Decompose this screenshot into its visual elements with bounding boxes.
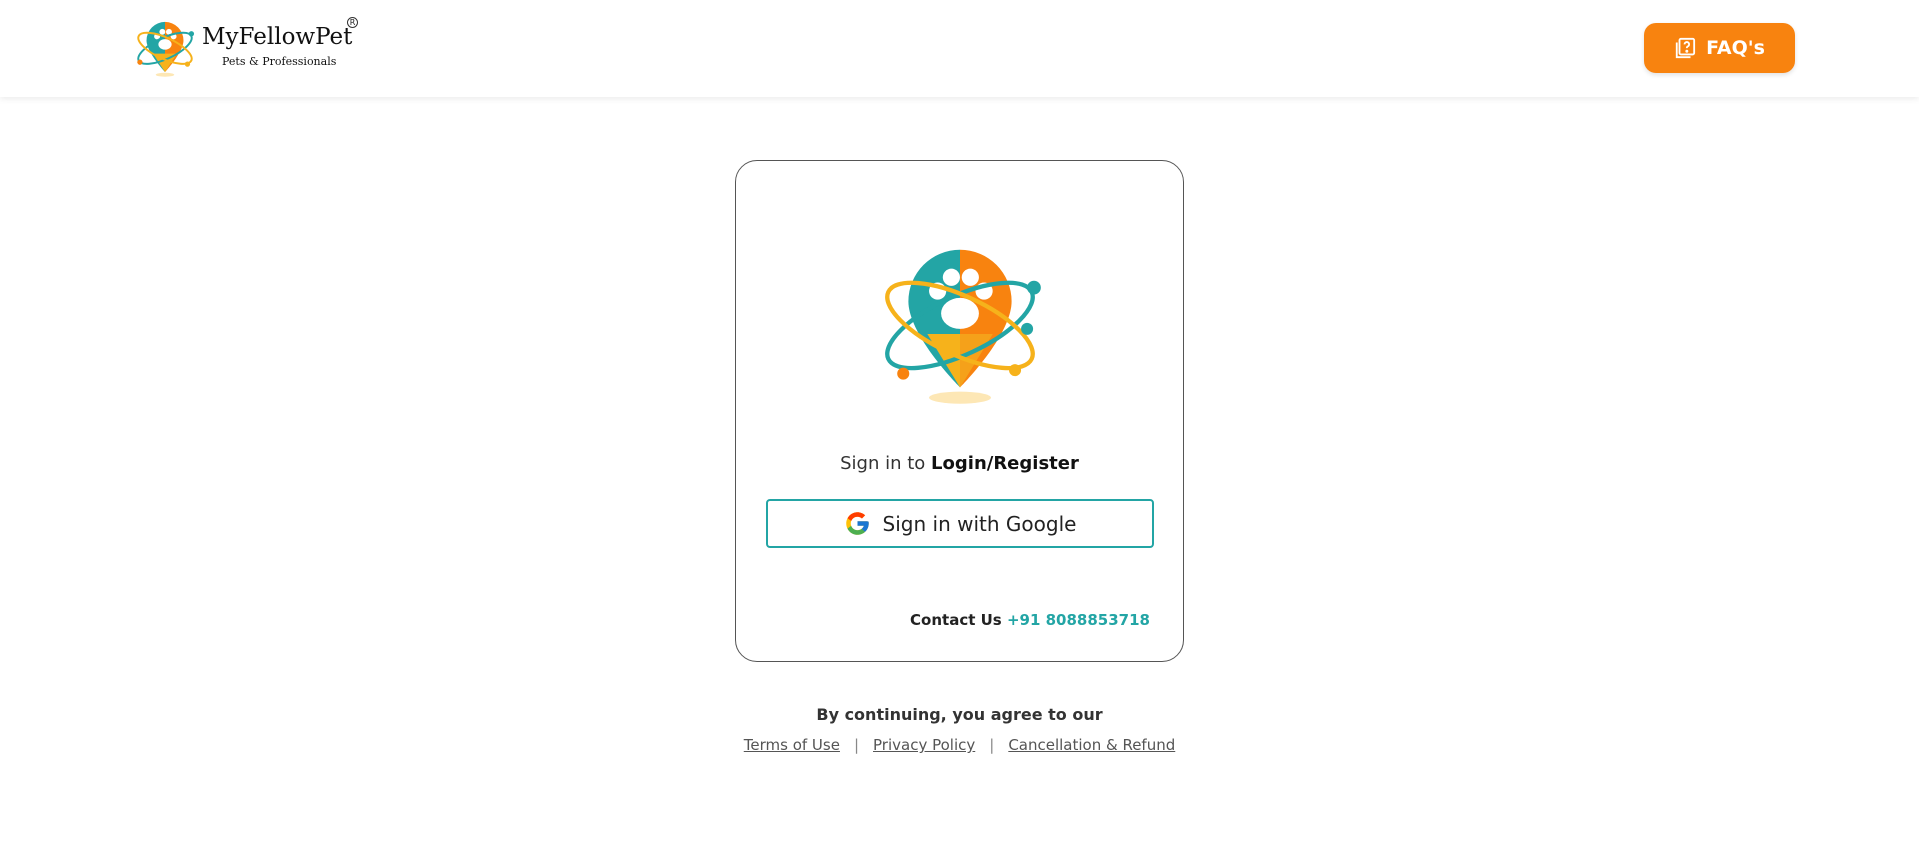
brand-tagline: Pets & Professionals [222, 55, 337, 68]
privacy-policy-link[interactable]: Privacy Policy [873, 736, 975, 754]
login-card: Sign in to Login/Register Sign in with G… [735, 160, 1184, 662]
google-signin-button[interactable]: Sign in with Google [766, 499, 1154, 548]
google-button-label: Sign in with Google [882, 511, 1077, 536]
contact-phone-link[interactable]: +91 8088853718 [1007, 611, 1150, 629]
faq-label: FAQ's [1706, 37, 1765, 59]
faq-button[interactable]: FAQ's [1644, 23, 1795, 73]
top-header: MyFellowPet R Pets & Professionals FAQ's [0, 0, 1919, 97]
brand-name: MyFellowPet [202, 24, 353, 50]
brand-logo-link[interactable]: MyFellowPet R Pets & Professionals [132, 14, 362, 80]
terms-of-use-link[interactable]: Terms of Use [744, 736, 840, 754]
google-g-icon [845, 512, 869, 535]
paw-pin-logo-icon [137, 21, 195, 77]
question-book-icon [1675, 37, 1696, 59]
signin-heading: Sign in to Login/Register [736, 453, 1183, 474]
signin-prefix: Sign in to [840, 453, 926, 474]
contact-label: Contact Us [910, 611, 1002, 629]
signin-target: Login/Register [931, 453, 1079, 474]
legal-links: Terms of Use | Privacy Policy | Cancellation… [0, 736, 1919, 754]
separator: | [853, 736, 860, 754]
registered-mark: R [347, 17, 358, 28]
cancellation-refund-link[interactable]: Cancellation & Refund [1008, 736, 1175, 754]
separator: | [989, 736, 995, 754]
contact-info: Contact Us +91 8088853718 [910, 611, 1150, 629]
paw-pin-logo-icon [885, 249, 1041, 404]
agreement-text: By continuing, you agree to our [816, 705, 1103, 724]
